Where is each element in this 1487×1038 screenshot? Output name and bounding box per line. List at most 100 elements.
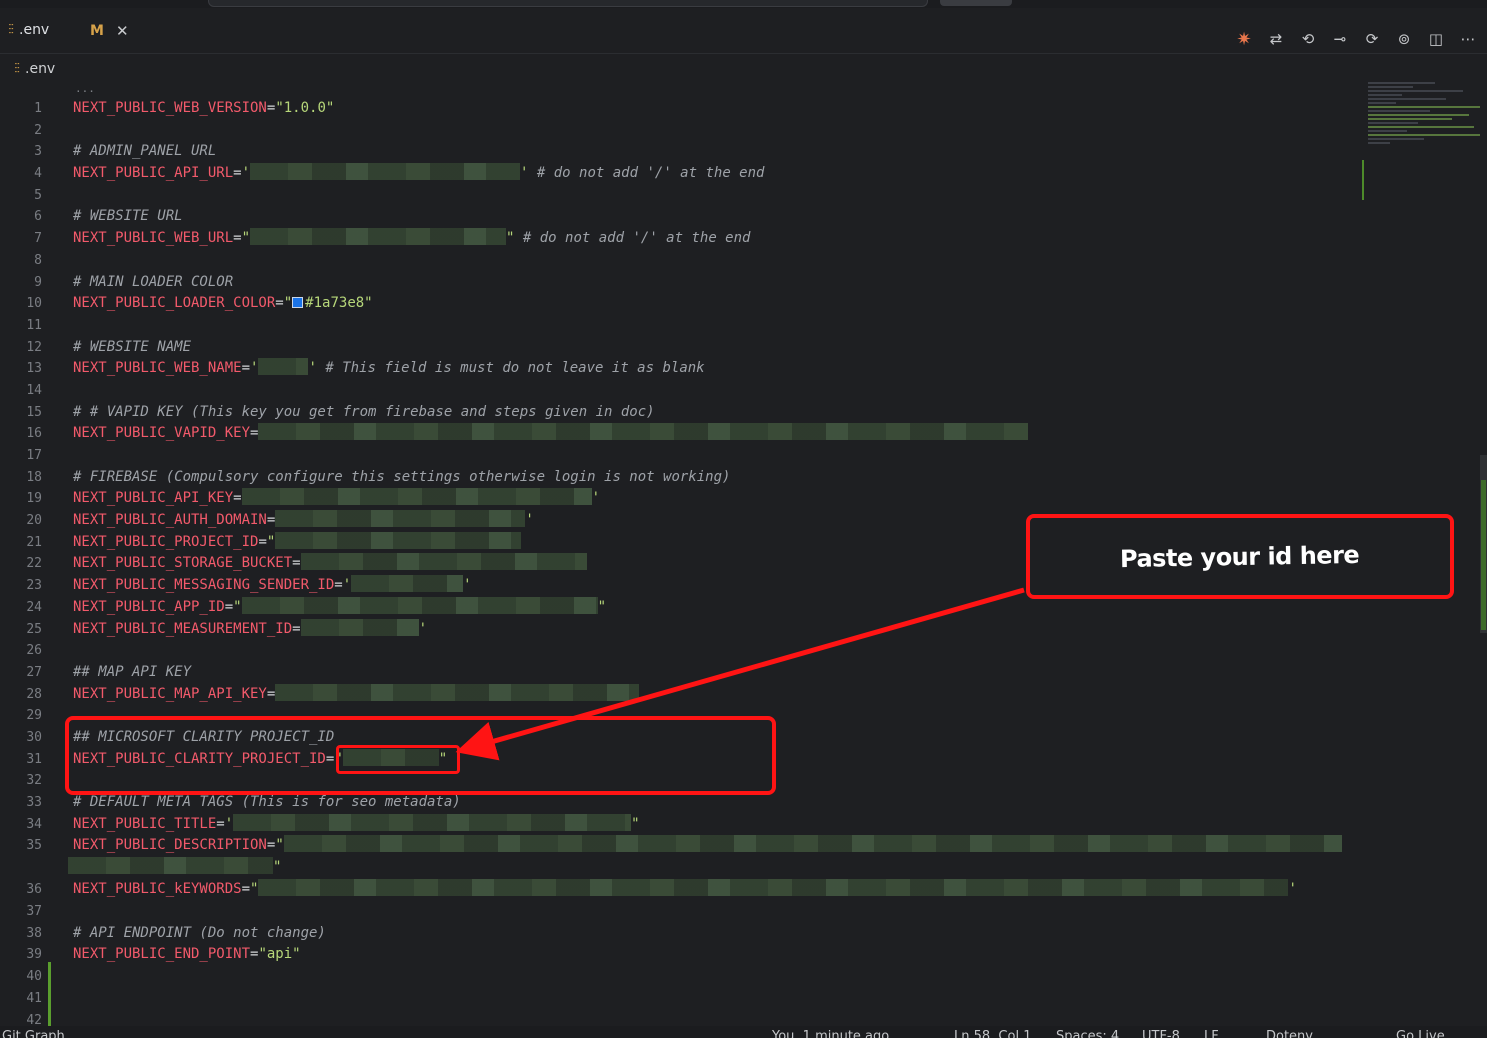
line-number: 32: [26, 773, 42, 789]
code-line[interactable]: NEXT_PUBLIC_VAPID_KEY=: [73, 423, 1363, 445]
code-line[interactable]: [73, 120, 1363, 142]
redacted-value: [283, 835, 1342, 853]
command-center-search[interactable]: [208, 0, 928, 7]
equals-sign: =: [233, 490, 242, 507]
status-language[interactable]: Dotenv: [1266, 1026, 1313, 1038]
line-number: 3: [34, 144, 42, 160]
code-line[interactable]: [73, 988, 1363, 1010]
status-eol[interactable]: LF: [1204, 1026, 1219, 1038]
code-line[interactable]: # WEBSITE NAME: [73, 337, 1363, 359]
code-line[interactable]: NEXT_PUBLIC_TITLE=' ": [73, 813, 1363, 836]
quote-open: ": [283, 295, 293, 312]
tab-label: .env: [19, 22, 50, 38]
line-number-gutter: 1 2 3 4 5 6 7 8 9 10 11 12 13 14 15 16 17 18 19 20 21 22 23 24 2…: [0, 98, 48, 1031]
redacted-value: [258, 879, 1289, 897]
line-number: 23: [26, 578, 42, 594]
code-line[interactable]: # DEFAULT META TAGS (This is for seo met…: [73, 792, 1363, 814]
line-number: 4: [34, 166, 42, 182]
code-line[interactable]: NEXT_PUBLIC_DESCRIPTION=" ": [68, 835, 1363, 879]
tab-env[interactable]: ⫶⫶ .env: [0, 8, 78, 54]
code-line[interactable]: NEXT_PUBLIC_MEASUREMENT_ID= ': [73, 618, 1363, 641]
code-line[interactable]: NEXT_PUBLIC_WEB_URL=" " # do not add '/' …: [73, 228, 1363, 250]
code-line[interactable]: [73, 315, 1363, 337]
line-number: 29: [26, 708, 42, 724]
git-previous-icon[interactable]: ⟲: [1297, 28, 1319, 50]
code-line[interactable]: [73, 640, 1363, 662]
code-line[interactable]: [73, 380, 1363, 402]
quote-open: ': [250, 360, 259, 377]
equals-sign: =: [233, 230, 242, 247]
code-line[interactable]: [73, 445, 1363, 467]
status-encoding[interactable]: UTF-8: [1142, 1026, 1180, 1038]
git-commit-icon[interactable]: ⊸: [1329, 28, 1351, 50]
git-next-icon[interactable]: ⟳: [1361, 28, 1383, 50]
code-line[interactable]: NEXT_PUBLIC_API_URL=' ' # do not add '/' …: [73, 163, 1363, 185]
code-line[interactable]: [73, 185, 1363, 207]
comment-line: # API ENDPOINT (Do not change): [73, 924, 326, 941]
equals-sign: =: [334, 577, 343, 594]
line-number: 37: [26, 904, 42, 920]
code-line[interactable]: [73, 250, 1363, 272]
status-indentation[interactable]: Spaces: 4: [1056, 1026, 1119, 1038]
equals-sign: =: [275, 295, 284, 312]
split-editor-icon[interactable]: ◫: [1425, 28, 1447, 50]
git-added-indicator: [48, 962, 51, 1026]
code-line[interactable]: ## MAP API KEY: [73, 662, 1363, 684]
git-graph-icon[interactable]: ⊚: [1393, 28, 1415, 50]
inline-comment: # This field is must do not leave it as …: [316, 360, 705, 377]
tab-modified[interactable]: M ✕: [82, 8, 142, 54]
line-number: 36: [26, 882, 42, 898]
quote-close: ": [273, 859, 282, 876]
status-git-graph[interactable]: Git Graph: [2, 1026, 65, 1038]
env-key: NEXT_PUBLIC_WEB_URL: [73, 230, 234, 247]
color-swatch[interactable]: [292, 297, 304, 309]
line-number: 28: [26, 686, 42, 702]
code-line[interactable]: [73, 901, 1363, 923]
code-line[interactable]: NEXT_PUBLIC_END_POINT="api": [73, 944, 1363, 966]
code-line[interactable]: # ADMIN_PANEL URL: [73, 141, 1363, 163]
editor-actions: ✷ ⇄ ⟲ ⊸ ⟳ ⊚ ◫ ⋯: [1233, 16, 1479, 62]
code-line[interactable]: NEXT_PUBLIC_WEB_VERSION="1.0.0": [73, 98, 1363, 120]
line-number: 21: [26, 534, 42, 550]
more-actions-icon[interactable]: ⋯: [1457, 28, 1479, 50]
code-line[interactable]: NEXT_PUBLIC_MAP_API_KEY=: [73, 683, 1363, 706]
callout-text: Paste your id here: [1120, 540, 1360, 573]
code-line[interactable]: # API ENDPOINT (Do not change): [73, 923, 1363, 945]
code-line[interactable]: NEXT_PUBLIC_API_KEY= ': [73, 488, 1363, 510]
line-number: 11: [26, 317, 42, 333]
code-line[interactable]: # # VAPID KEY (This key you get from fir…: [73, 402, 1363, 424]
status-cursor-position[interactable]: Ln 58, Col 1: [954, 1026, 1031, 1038]
minimap[interactable]: [1368, 82, 1480, 172]
env-file-icon: ⫶⫶: [8, 22, 14, 38]
ai-sparkle-icon[interactable]: ✷: [1233, 28, 1255, 50]
code-line[interactable]: # FIREBASE (Compulsory configure this se…: [73, 467, 1363, 489]
breadcrumb[interactable]: ⫶⫶ .env: [14, 58, 55, 80]
compare-changes-icon[interactable]: ⇄: [1265, 28, 1287, 50]
code-line[interactable]: NEXT_PUBLIC_LOADER_COLOR=" #1a73e8": [73, 293, 1363, 315]
redacted-value: [250, 228, 507, 246]
redacted-value: [233, 813, 632, 831]
env-value: #1a73e8": [305, 295, 373, 312]
top-action-button[interactable]: [940, 0, 1012, 6]
code-line[interactable]: # MAIN LOADER COLOR: [73, 272, 1363, 294]
code-line[interactable]: [73, 966, 1363, 988]
annotation-callout: Paste your id here: [1026, 514, 1454, 599]
equals-sign: =: [266, 685, 276, 702]
status-blame[interactable]: You, 1 minute ago: [772, 1026, 889, 1038]
close-icon[interactable]: ✕: [116, 22, 129, 40]
equals-sign: =: [224, 598, 234, 615]
redacted-value: [250, 163, 521, 181]
equals-sign: =: [250, 425, 259, 442]
minimap-change-indicator: [1362, 160, 1364, 200]
env-key: NEXT_PUBLIC_MAP_API_KEY: [73, 685, 267, 702]
line-number: 8: [34, 252, 42, 268]
quote-close: ': [1288, 881, 1297, 898]
breadcrumb-file[interactable]: .env: [25, 61, 55, 77]
status-go-live[interactable]: Go Live: [1396, 1026, 1445, 1038]
line-number: 30: [26, 729, 42, 745]
redacted-value: [258, 423, 1029, 441]
code-line[interactable]: NEXT_PUBLIC_APP_ID=" ": [73, 596, 1363, 619]
code-line[interactable]: # WEBSITE URL: [73, 206, 1363, 228]
code-line[interactable]: NEXT_PUBLIC_kEYWORDS=" ': [73, 879, 1363, 901]
code-line[interactable]: NEXT_PUBLIC_WEB_NAME=' ' # This field is …: [73, 358, 1363, 380]
